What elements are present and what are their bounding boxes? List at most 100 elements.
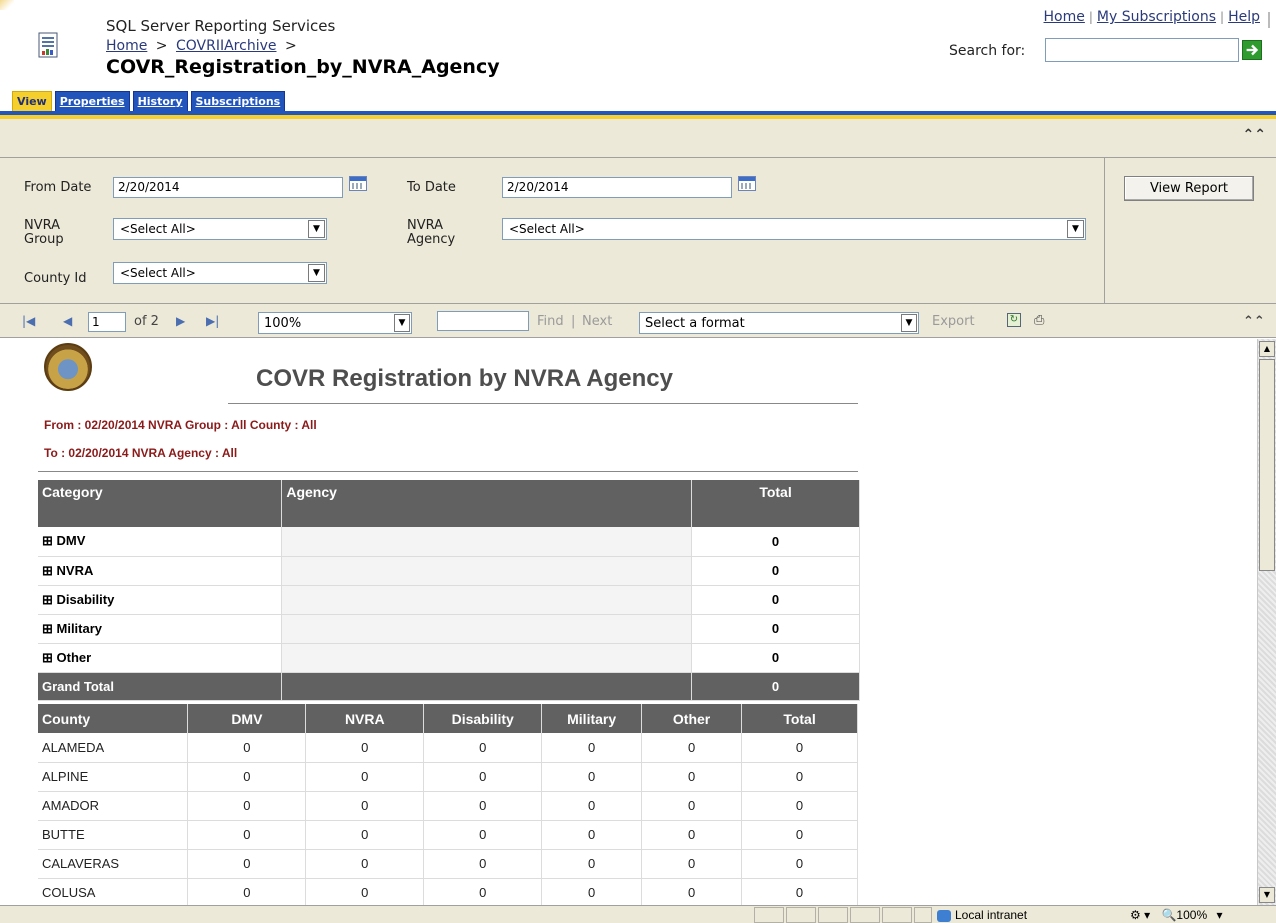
nvra-group-value: <Select All> — [120, 222, 196, 236]
tab-history[interactable]: History — [132, 91, 188, 111]
refresh-icon[interactable]: ↻ — [1007, 313, 1021, 327]
grand-total-row: Grand Total 0 — [38, 672, 860, 701]
nvra-group-label-line1: NVRA — [24, 218, 61, 233]
status-cell — [850, 907, 880, 923]
search-input[interactable] — [1045, 38, 1239, 62]
tab-subscriptions[interactable]: Subscriptions — [190, 91, 286, 111]
breadcrumb-home-link[interactable]: Home — [106, 38, 147, 54]
search-go-icon[interactable] — [1242, 40, 1262, 60]
print-icon[interactable]: ⎙ — [1034, 313, 1052, 328]
chevron-down-icon[interactable]: ▼ — [1067, 220, 1084, 238]
expand-category-other[interactable]: ⊞ Other — [38, 643, 283, 673]
expand-category-dmv[interactable]: ⊞ DMV — [38, 527, 283, 557]
scroll-thumb[interactable] — [1259, 359, 1275, 571]
zoom-select[interactable]: 100% ▼ — [258, 312, 412, 334]
breadcrumb-separator: > — [284, 38, 297, 54]
table-cell: 0 — [741, 878, 858, 905]
find-next-link[interactable]: Next — [582, 314, 612, 329]
table-cell: 0 — [741, 820, 858, 850]
summary-row: ⊞ Military 0 — [38, 614, 860, 644]
table-cell: 0 — [305, 733, 425, 763]
my-subscriptions-link[interactable]: My Subscriptions — [1097, 9, 1216, 25]
grand-total-label: Grand Total — [38, 672, 283, 701]
scroll-down-icon[interactable]: ▼ — [1259, 887, 1275, 903]
report-icon — [38, 32, 58, 58]
first-page-icon[interactable]: |◀ — [22, 314, 35, 328]
status-zoom-level[interactable]: 100% — [1176, 908, 1207, 922]
tab-bar: View Properties History Subscriptions — [12, 91, 286, 111]
column-header: DMV — [187, 704, 307, 733]
export-format-select[interactable]: Select a format ▼ — [639, 312, 919, 334]
intranet-icon — [937, 909, 951, 922]
report-viewer: COVR Registration by NVRA Agency From : … — [0, 339, 1257, 905]
table-cell: 0 — [423, 733, 543, 763]
report-filter-line1: From : 02/20/2014 NVRA Group : All Count… — [44, 418, 317, 432]
nvra-agency-label-line1: NVRA — [407, 218, 444, 233]
chevron-down-icon[interactable]: ▼ — [308, 264, 325, 282]
zoom-menu-icon[interactable]: ▾ — [1216, 908, 1222, 922]
breadcrumb-separator: > — [155, 38, 168, 54]
to-date-input[interactable]: 2/20/2014 — [502, 177, 732, 198]
parameter-divider — [1104, 158, 1105, 304]
column-header: NVRA — [305, 704, 425, 733]
security-zone: Local intranet — [937, 908, 1027, 922]
county-name: ALAMEDA — [38, 733, 189, 763]
table-cell: 0 — [187, 733, 307, 763]
table-cell: 0 — [641, 733, 743, 763]
from-date-input[interactable]: 2/20/2014 — [113, 177, 343, 198]
export-link[interactable]: Export — [932, 314, 975, 329]
column-header: Total — [691, 480, 860, 527]
expand-category-disability[interactable]: ⊞ Disability — [38, 585, 283, 615]
expand-category-nvra[interactable]: ⊞ NVRA — [38, 556, 283, 586]
total-cell: 0 — [691, 585, 860, 615]
agency-cell — [281, 672, 693, 701]
county-id-select[interactable]: <Select All> ▼ — [113, 262, 327, 284]
tab-view[interactable]: View — [12, 91, 52, 111]
agency-cell — [281, 614, 693, 644]
table-cell: 0 — [741, 762, 858, 792]
tab-properties[interactable]: Properties — [54, 91, 130, 111]
table-row: CALAVERAS 0 0 0 0 0 0 — [38, 849, 858, 879]
next-page-icon[interactable]: ▶ — [176, 314, 185, 328]
chevron-down-icon[interactable]: ▼ — [394, 314, 410, 332]
column-header: County — [38, 704, 189, 733]
help-link[interactable]: Help — [1228, 9, 1260, 25]
summary-row: ⊞ DMV 0 — [38, 527, 860, 557]
calendar-icon[interactable] — [738, 176, 756, 191]
filter-rule — [38, 471, 858, 472]
link-divider: | — [1088, 10, 1093, 24]
table-cell: 0 — [187, 878, 307, 905]
total-cell: 0 — [691, 527, 860, 557]
find-link[interactable]: Find — [537, 314, 564, 329]
table-row: ALAMEDA 0 0 0 0 0 0 — [38, 733, 858, 763]
nvra-agency-select[interactable]: <Select All> ▼ — [502, 218, 1086, 240]
home-link[interactable]: Home — [1044, 9, 1085, 25]
collapse-toolbar-icon[interactable]: ⌃⌃ — [1243, 314, 1265, 329]
grand-total-value: 0 — [691, 672, 860, 701]
nvra-group-select[interactable]: <Select All> ▼ — [113, 218, 327, 240]
app-title: SQL Server Reporting Services — [106, 17, 336, 35]
protected-mode-icon[interactable]: ⚙ ▾ — [1130, 908, 1150, 922]
calendar-icon[interactable] — [349, 176, 367, 191]
find-input[interactable] — [437, 311, 529, 331]
page-count: of 2 — [134, 314, 159, 329]
last-page-icon[interactable]: ▶| — [206, 314, 219, 328]
chevron-down-icon[interactable]: ▼ — [901, 314, 917, 332]
page-number-input[interactable]: 1 — [88, 312, 126, 332]
status-bar: Local intranet ⚙ ▾ 🔍100% ▾ — [0, 905, 1276, 923]
previous-page-icon[interactable]: ◀ — [63, 314, 72, 328]
table-cell: 0 — [741, 849, 858, 879]
county-id-value: <Select All> — [120, 266, 196, 280]
export-format-value: Select a format — [645, 316, 745, 331]
table-cell: 0 — [305, 820, 425, 850]
scroll-up-icon[interactable]: ▲ — [1259, 341, 1275, 357]
report-heading: COVR Registration by NVRA Agency — [256, 365, 673, 392]
zoom-icon[interactable]: 🔍 — [1161, 908, 1176, 922]
status-cell — [914, 907, 932, 923]
collapse-parameters-icon[interactable]: ⌃⌃ — [1243, 127, 1266, 143]
view-report-button[interactable]: View Report — [1124, 176, 1254, 201]
chevron-down-icon[interactable]: ▼ — [308, 220, 325, 238]
vertical-scrollbar[interactable]: ▲ ▼ — [1257, 339, 1276, 905]
expand-category-military[interactable]: ⊞ Military — [38, 614, 283, 644]
breadcrumb-folder-link[interactable]: COVRIIArchive — [176, 38, 277, 54]
